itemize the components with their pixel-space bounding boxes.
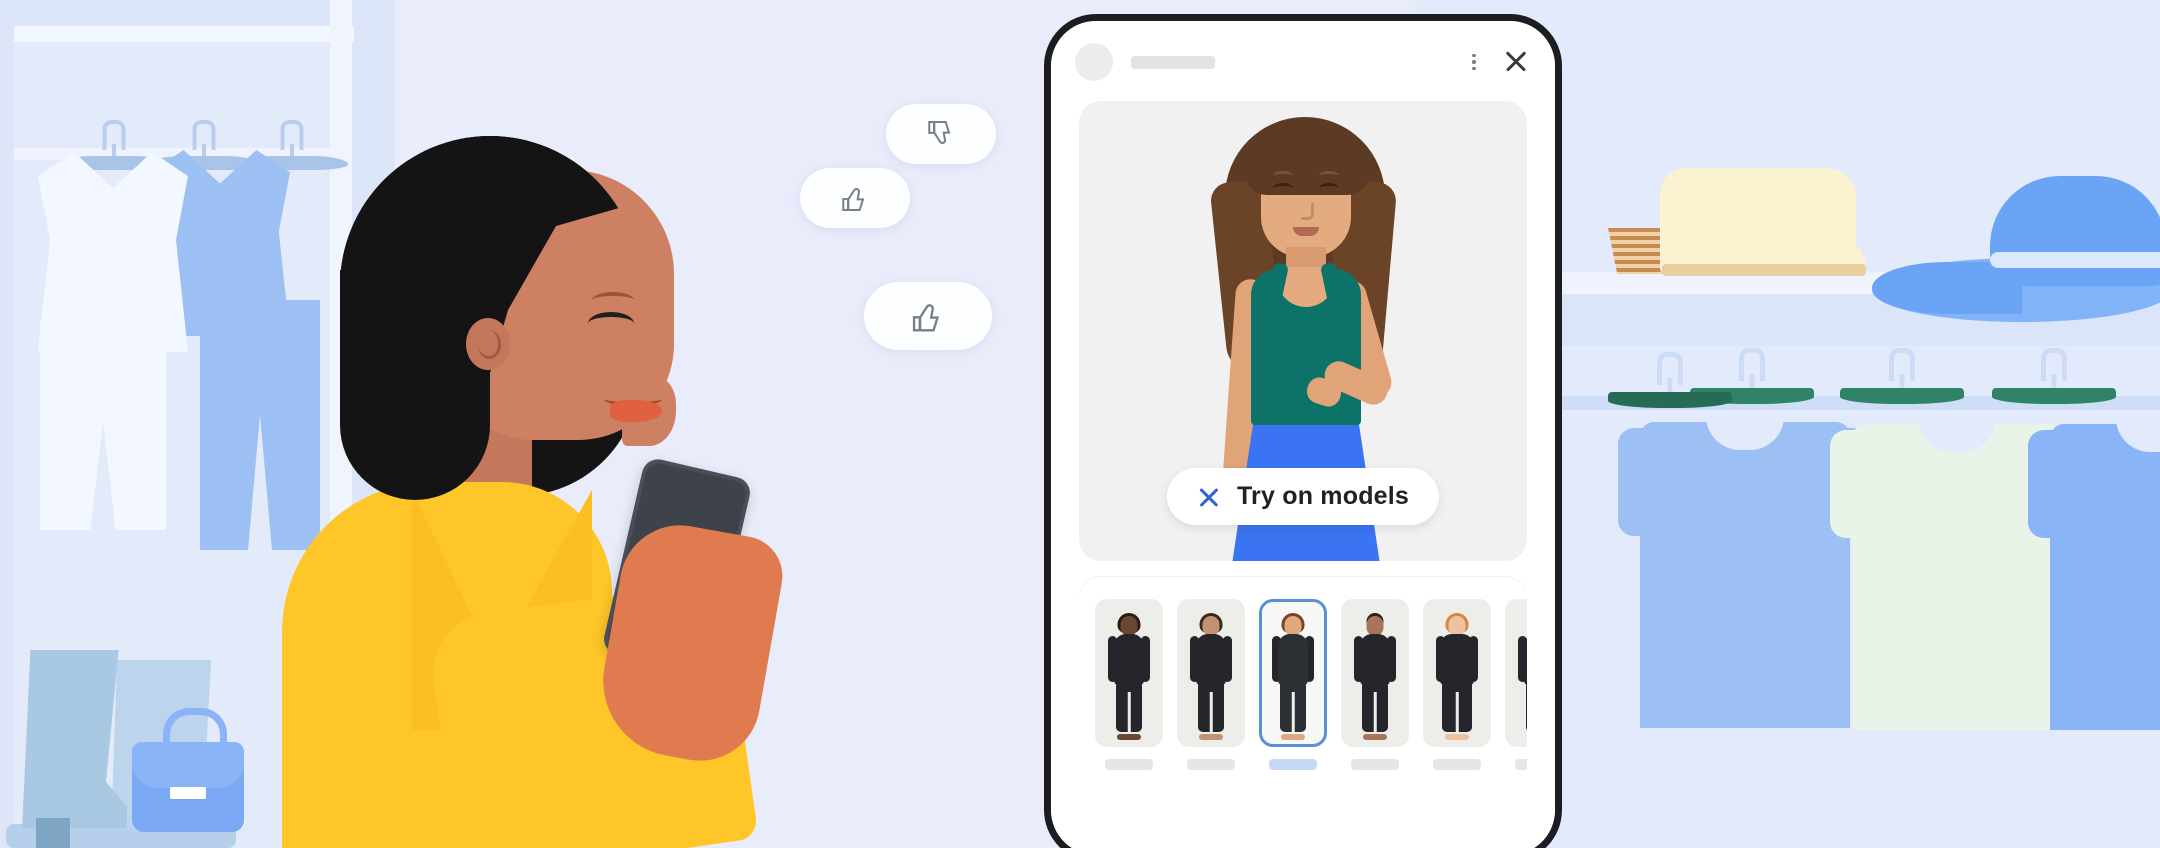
close-icon[interactable] <box>1501 47 1531 77</box>
store-blue-shirt-1 <box>1618 398 1872 728</box>
model-thumbnail-label <box>1269 759 1317 770</box>
model-thumbnail-1[interactable] <box>1095 599 1163 770</box>
thumb-up-icon <box>842 188 865 211</box>
phone-mockup: Try on models <box>1044 14 1562 848</box>
hat-crown <box>1990 176 2160 286</box>
model-thumbnail-label <box>1105 759 1153 770</box>
model-thumbnail-4[interactable] <box>1341 599 1409 770</box>
shopper-lips <box>610 400 662 422</box>
shopper-eyebrow <box>592 292 634 308</box>
phone-screen: Try on models <box>1051 21 1555 848</box>
store-hanger-icon-3 <box>1992 348 2116 404</box>
avatar <box>1075 43 1113 81</box>
cream-boot-sole <box>1662 264 1866 276</box>
model-thumbnail-2[interactable] <box>1177 599 1245 770</box>
shopper-figure <box>282 130 812 848</box>
kebab-menu-icon[interactable] <box>1463 53 1485 71</box>
try-on-models-label: Try on models <box>1236 482 1410 510</box>
shopper-ear-inner <box>478 330 501 359</box>
closet-top-frame <box>14 26 354 42</box>
illustration-stage: Try on models <box>0 0 2160 848</box>
close-x-icon <box>1197 485 1221 509</box>
model-thumbnail-label <box>1187 759 1235 770</box>
model-thumbnail-5[interactable] <box>1423 599 1491 770</box>
shopper-eye <box>588 312 634 335</box>
model-nose <box>1301 203 1314 220</box>
model-thumbnail-label <box>1433 759 1481 770</box>
hat-band <box>1990 252 2160 268</box>
model-picker-panel <box>1079 577 1527 841</box>
try-on-models-button[interactable]: Try on models <box>1166 468 1440 525</box>
model-eye-left <box>1273 183 1293 194</box>
model-thumbnail-label <box>1351 759 1399 770</box>
store-hanger-icon-2 <box>1840 348 1964 404</box>
product-preview-card: Try on models <box>1079 101 1527 561</box>
reaction-thumbs-down[interactable] <box>886 104 996 164</box>
model-thumbnail-3-selected[interactable] <box>1259 599 1327 770</box>
handbag-clasp <box>170 787 206 799</box>
model-brow-right <box>1319 171 1339 180</box>
model-thumbnail-list[interactable] <box>1095 599 1527 770</box>
app-top-bar <box>1051 31 1555 93</box>
store-blue-shirt-2 <box>2028 400 2160 730</box>
model-thumbnail-6[interactable] <box>1505 599 1527 770</box>
shopper-hair-side <box>340 270 490 500</box>
handbag-flap <box>132 742 244 788</box>
app-title-placeholder <box>1131 55 1215 69</box>
reaction-thumbs-up-2[interactable] <box>864 282 992 350</box>
thumb-up-icon <box>912 304 940 332</box>
boot-heel <box>36 818 70 848</box>
thumb-down-icon <box>928 121 951 144</box>
model-eye-right <box>1319 183 1339 194</box>
model-brow-left <box>1273 171 1293 180</box>
model-thumbnail-label <box>1515 759 1527 770</box>
reaction-thumbs-up-1[interactable] <box>800 168 910 228</box>
